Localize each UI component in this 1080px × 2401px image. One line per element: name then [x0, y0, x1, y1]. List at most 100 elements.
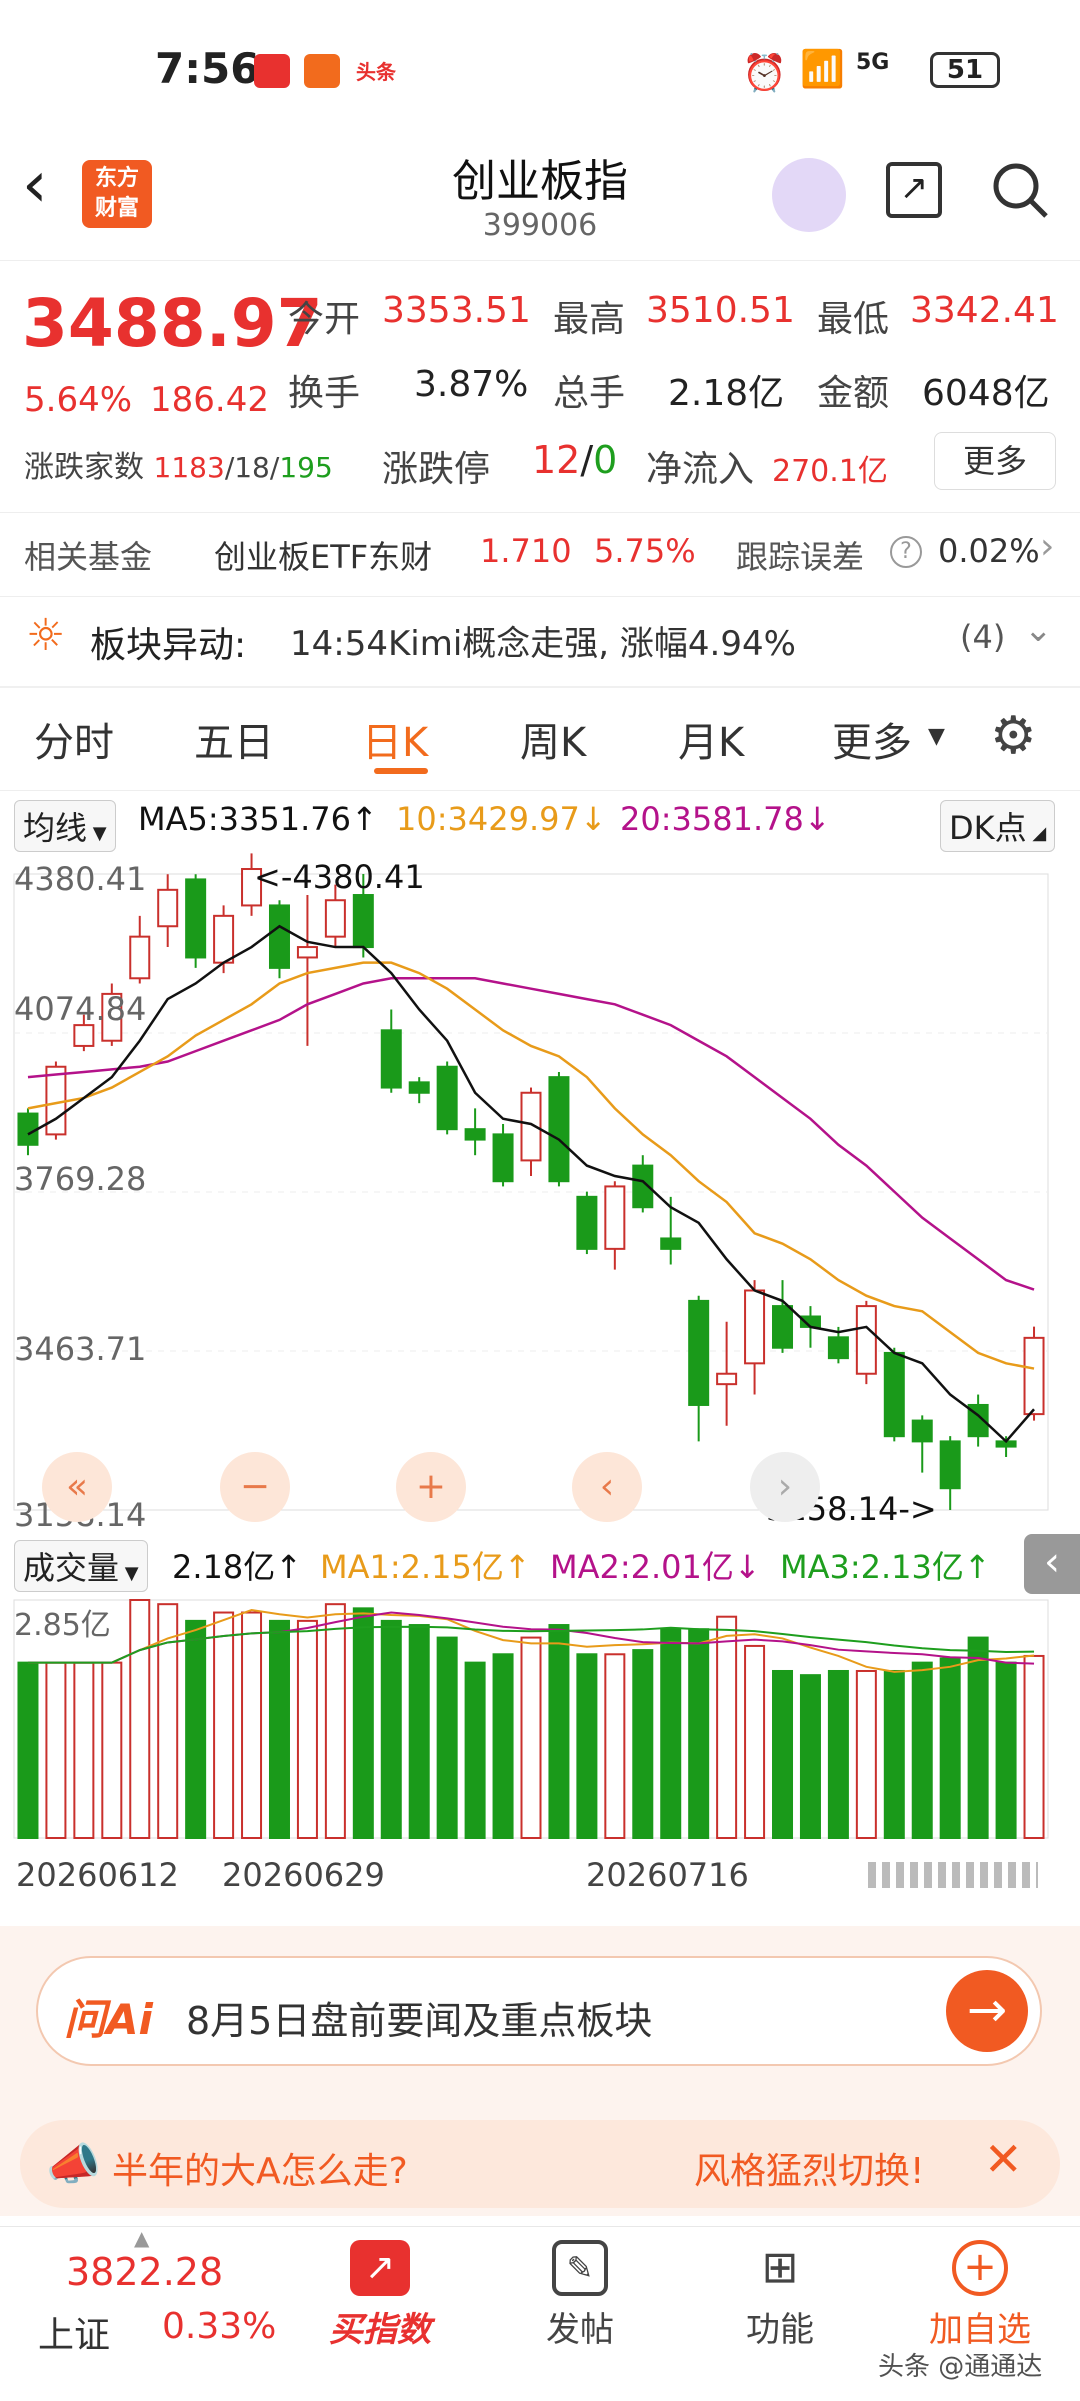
- candlestick-chart[interactable]: [0, 850, 1080, 1540]
- vol-ma1: MA1:2.15亿↑: [320, 1548, 531, 1586]
- volume-bar: [45, 1661, 67, 1839]
- volume-bar: [548, 1624, 570, 1840]
- chevron-right-icon[interactable]: ›: [1040, 526, 1054, 567]
- plus-circle-icon: +: [952, 2240, 1008, 2296]
- gear-icon[interactable]: ⚙: [990, 706, 1037, 766]
- limit-up: 12: [532, 438, 581, 482]
- open-value: 3353.51: [382, 290, 531, 331]
- volume-bar: [855, 1669, 877, 1839]
- corner-icon: ◢: [1026, 823, 1047, 844]
- candle-body: [576, 1195, 598, 1250]
- tab-underline: [374, 768, 428, 774]
- scroll-left-button[interactable]: ‹: [572, 1452, 642, 1522]
- candle-body: [436, 1065, 458, 1131]
- candle-body: [45, 1065, 67, 1136]
- netflow-label: 净流入: [646, 449, 755, 490]
- alarm-icon: ⏰: [742, 53, 787, 94]
- breadth-row: 涨跌家数 1183/18/195: [24, 442, 333, 486]
- low-label: 最低: [817, 299, 890, 340]
- help-icon[interactable]: ?: [890, 536, 922, 568]
- divider: [0, 512, 1080, 513]
- zoom-in-button[interactable]: +: [396, 1452, 466, 1522]
- caret-down-icon: ▼: [87, 823, 107, 844]
- candle-body: [604, 1185, 626, 1250]
- fund-name[interactable]: 创业板ETF东财: [214, 532, 432, 578]
- turnover-label: 换手: [288, 373, 361, 414]
- limit-label: 涨跌停: [382, 449, 491, 490]
- tab-five-day[interactable]: 五日: [194, 710, 274, 768]
- amount-value: 6048亿: [922, 373, 1050, 414]
- range-indicator-icon[interactable]: [868, 1862, 1038, 1888]
- volume-bar: [380, 1619, 402, 1839]
- volume-bar: [772, 1669, 794, 1839]
- high-label: 最高: [553, 299, 626, 340]
- scroll-left-end-button[interactable]: «: [42, 1452, 112, 1522]
- huawei-icon: [254, 54, 290, 88]
- volume-bar: [185, 1619, 207, 1839]
- price-axis-label: 3769.28: [14, 1160, 147, 1198]
- more-button[interactable]: 更多: [934, 432, 1056, 490]
- candle-body: [213, 914, 235, 964]
- status-time: 7:56: [155, 44, 260, 93]
- volume-bar: [464, 1661, 486, 1839]
- candle-body: [548, 1076, 570, 1183]
- nav-post[interactable]: ✎ 发帖: [500, 2240, 660, 2351]
- nav-add-watchlist[interactable]: + 加自选: [900, 2240, 1060, 2351]
- volume-bar: [827, 1669, 849, 1839]
- divider: [0, 686, 1080, 688]
- volume-bar: [744, 1644, 766, 1839]
- alert-text[interactable]: 14:54Kimi概念走强, 涨幅4.94%: [290, 616, 796, 665]
- tab-daily-k[interactable]: 日K: [362, 710, 428, 768]
- collapse-panel-button[interactable]: ‹: [1024, 1534, 1080, 1594]
- breadth-down: 195: [279, 451, 333, 484]
- volume-bar: [520, 1636, 542, 1839]
- volume-bar: [296, 1619, 318, 1839]
- volume-bar: [101, 1661, 123, 1839]
- arrow-right-icon[interactable]: →: [946, 1970, 1028, 2052]
- price-value: 3488.97: [22, 285, 323, 362]
- nav-functions[interactable]: ⊞ 功能: [700, 2240, 860, 2351]
- close-icon[interactable]: ✕: [984, 2132, 1023, 2186]
- ai-robot-icon[interactable]: [772, 158, 846, 232]
- ma5-line: [27, 924, 1035, 1444]
- volume-selector[interactable]: 成交量 ▼: [14, 1540, 148, 1592]
- breadth-label: 涨跌家数: [24, 450, 144, 485]
- price-change: 186.42: [150, 380, 269, 420]
- megaphone-icon: 📣: [46, 2139, 101, 2190]
- tab-more[interactable]: 更多: [832, 710, 912, 768]
- candle-body: [772, 1305, 794, 1349]
- index-value[interactable]: 3822.28: [66, 2250, 223, 2294]
- volume-bar: [268, 1619, 290, 1839]
- vol-ma2: MA2:2.01亿↓: [550, 1548, 761, 1586]
- volume-bar: [716, 1615, 738, 1840]
- candle-body: [352, 894, 374, 949]
- candle-body: [380, 1029, 402, 1089]
- volume-bar: [324, 1603, 346, 1839]
- wifi-icon: 📶: [800, 49, 845, 90]
- limit-sep: /: [580, 438, 594, 482]
- status-bar: 7:56 头条 ⏰ 📶 5G 51: [0, 0, 1080, 130]
- index-pct[interactable]: 0.33%: [162, 2306, 276, 2347]
- volume-bar: [883, 1669, 905, 1839]
- tab-weekly-k[interactable]: 周K: [520, 710, 586, 768]
- nav-buy-label: 买指数: [329, 2310, 431, 2350]
- breadth-up: 1183: [153, 451, 225, 484]
- nav-buy-index[interactable]: ↗ 买指数: [300, 2240, 460, 2351]
- candle-body: [464, 1128, 486, 1141]
- tab-intraday[interactable]: 分时: [34, 710, 114, 768]
- ma-selector[interactable]: 均线 ▼: [14, 800, 116, 852]
- chevron-down-icon[interactable]: ⌄: [1024, 610, 1053, 650]
- turnover-value: 3.87%: [414, 364, 529, 405]
- scroll-right-button[interactable]: ›: [750, 1452, 820, 1522]
- index-name[interactable]: 上证: [38, 2306, 110, 2358]
- dk-point-button[interactable]: DK点 ◢: [940, 800, 1056, 852]
- volume-bar: [241, 1611, 263, 1839]
- tab-monthly-k[interactable]: 月K: [678, 710, 744, 768]
- price-axis-label: 4074.84: [14, 990, 147, 1028]
- search-icon[interactable]: [990, 160, 1048, 218]
- ma-selector-label: 均线: [23, 809, 88, 847]
- ma20-value: 20:3581.78↓: [620, 800, 831, 838]
- candle-body: [939, 1440, 961, 1490]
- share-icon[interactable]: ↗: [886, 162, 942, 218]
- zoom-out-button[interactable]: −: [220, 1452, 290, 1522]
